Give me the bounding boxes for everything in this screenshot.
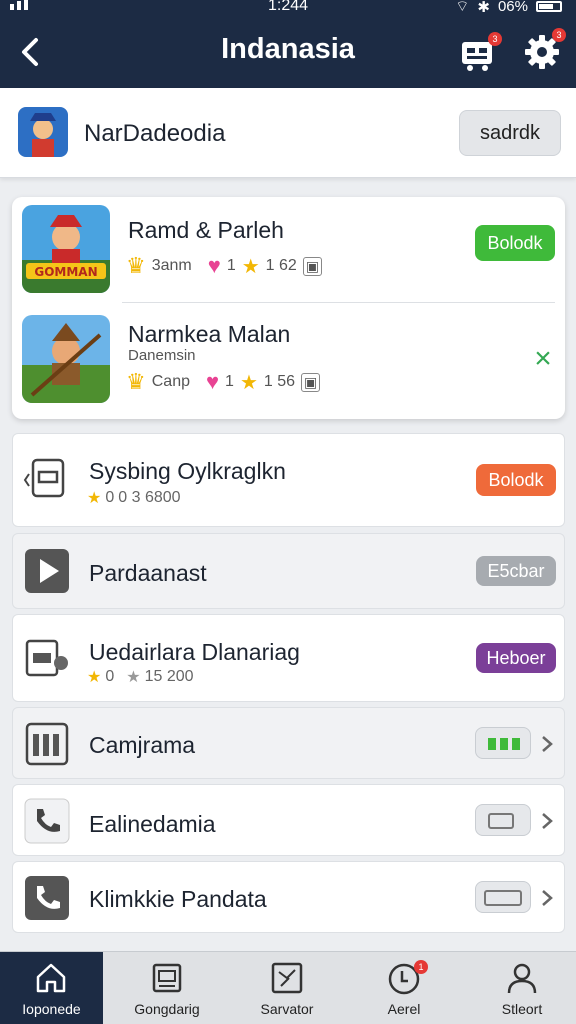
list-item[interactable]: Pardaanast E5cbar <box>12 533 565 609</box>
bottom-nav: Ioponede Gongdarig Sarvator 1 Aerel Stle… <box>0 951 576 1024</box>
nav-label: Stleort <box>501 1001 543 1017</box>
list-item-rating: 0 <box>105 668 115 685</box>
document-icon <box>23 458 65 498</box>
app-header: 1:244 ⌔ ✱ 06% Indanasia 3 3 <box>0 0 576 88</box>
cart-badge: 3 <box>488 32 502 46</box>
list-item-count: 0 3 6800 <box>118 489 181 506</box>
bluetooth-icon: ✱ <box>477 0 490 16</box>
grid-icon <box>25 722 69 766</box>
list-item-rating: 0 <box>105 489 115 506</box>
cart-button[interactable]: 3 <box>458 32 502 72</box>
battery-icon <box>536 1 562 12</box>
battery-percent: 06% <box>497 0 528 15</box>
game-count: 1 56 <box>263 373 296 390</box>
game-rating: 1 <box>226 257 236 274</box>
list-item[interactable]: Sysbing Oylkraglkn ★ 0 0 3 6800 Bolodk <box>12 433 565 527</box>
notification-badge: 1 <box>414 960 428 974</box>
phone-icon <box>24 798 70 844</box>
game-meta: ♛ 3anm ♥ 1 ★ 1 62 ▣ <box>126 253 323 279</box>
list-item-title: Uedairlara Dlanariag <box>89 639 300 665</box>
game-thumbnail[interactable] <box>22 315 110 403</box>
list-item-title: Camjrama <box>89 732 196 758</box>
phone-icon <box>25 876 69 920</box>
list-item-title: Pardaanast <box>89 560 207 586</box>
nav-label: Sarvator <box>260 1001 314 1017</box>
heart-icon: ♥ <box>207 253 221 278</box>
nav-label: Gongdarig <box>134 1001 200 1017</box>
account-row[interactable]: NarDadeodia sadrdk <box>0 88 576 178</box>
status-bar: 1:244 ⌔ ✱ 06% <box>0 0 576 16</box>
list-item[interactable]: Ealinedamia <box>12 784 565 856</box>
list-item-button[interactable]: Bolodk <box>476 464 556 496</box>
nav-item-profile[interactable]: Stleort <box>470 952 574 1024</box>
list-item[interactable]: Uedairlara Dlanariag ★ 0 ★ 15 200 Heboer <box>12 614 565 702</box>
list-item-button[interactable]: E5cbar <box>476 556 556 586</box>
toggle-switch[interactable] <box>475 727 531 759</box>
toolbox-icon <box>25 639 68 677</box>
list-item-meta: ★ 0 ★ 15 200 <box>87 667 194 687</box>
signal-icon <box>10 0 28 10</box>
list-item-count: 15 200 <box>144 668 194 685</box>
list-item[interactable]: Klimkkie Pandata <box>12 861 565 933</box>
nav-item-alerts[interactable]: 1 Aerel <box>352 952 456 1024</box>
play-icon <box>25 549 69 593</box>
nav-item-explore[interactable]: Sarvator <box>235 952 339 1024</box>
avatar <box>18 107 68 157</box>
game-title: Narmkea Malan <box>128 321 291 347</box>
divider <box>122 302 555 303</box>
gallery-icon <box>152 963 182 993</box>
star-icon: ★ <box>87 669 102 686</box>
game-meta: ♛ Canp ♥ 1 ★ 1 56 ▣ <box>126 369 321 395</box>
profile-icon <box>507 963 537 994</box>
nav-label: Aerel <box>387 1001 421 1017</box>
star-icon: ★ <box>87 490 102 507</box>
account-name: NarDadeodia <box>84 120 226 147</box>
game-count: 1 62 <box>265 257 297 274</box>
game-subtitle: Danemsin <box>128 347 196 364</box>
settings-button[interactable]: 3 <box>522 28 566 72</box>
list-item-title: Klimkkie Pandata <box>89 886 267 912</box>
home-icon <box>36 963 66 993</box>
nav-label: Ioponede <box>22 1001 81 1017</box>
heart-icon: ♥ <box>205 369 220 394</box>
star-icon: ★ <box>241 255 260 278</box>
game-action-button[interactable]: Bolodk <box>475 225 555 261</box>
list-item-title: Ealinedamia <box>89 811 216 837</box>
controller-icon: ▣ <box>301 372 321 392</box>
compass-icon <box>271 962 303 994</box>
list-item-button[interactable]: Heboer <box>476 643 556 673</box>
nav-item-home[interactable]: Ioponede <box>0 952 103 1024</box>
status-time: 1:244 <box>268 0 309 14</box>
list-item-title: Sysbing Oylkraglkn <box>89 458 286 484</box>
game-tag: 3anm <box>151 257 192 274</box>
game-title: Ramd & Parleh <box>128 217 284 243</box>
nav-item-gallery[interactable]: Gongdarig <box>115 952 219 1024</box>
list-item[interactable]: Camjrama <box>12 707 565 779</box>
game-rating: 1 <box>225 373 234 390</box>
crown-icon: ♛ <box>126 369 146 394</box>
toggle-switch[interactable] <box>475 804 531 836</box>
settings-badge: 3 <box>552 28 566 42</box>
chevron-right-icon[interactable] <box>539 734 555 754</box>
crown-icon: ♛ <box>126 253 146 278</box>
list-item-meta: ★ 0 0 3 6800 <box>87 488 181 508</box>
wifi-icon: ⌔ <box>455 0 470 15</box>
controller-icon: ▣ <box>302 256 323 276</box>
games-card: GOMMAN Ramd & Parleh ♛ 3anm ♥ 1 ★ 1 62 ▣… <box>12 197 565 419</box>
game-thumb-logo: GOMMAN <box>34 265 97 279</box>
dismiss-button[interactable]: × <box>528 342 558 376</box>
chevron-right-icon[interactable] <box>539 888 555 908</box>
game-tag: Canp <box>151 373 190 390</box>
star-outline-icon: ★ <box>126 669 141 686</box>
star-icon: ★ <box>239 371 258 394</box>
toggle-switch[interactable] <box>475 881 531 913</box>
account-button[interactable]: sadrdk <box>459 110 561 156</box>
chevron-right-icon[interactable] <box>539 811 555 831</box>
game-thumbnail[interactable]: GOMMAN <box>22 205 110 293</box>
